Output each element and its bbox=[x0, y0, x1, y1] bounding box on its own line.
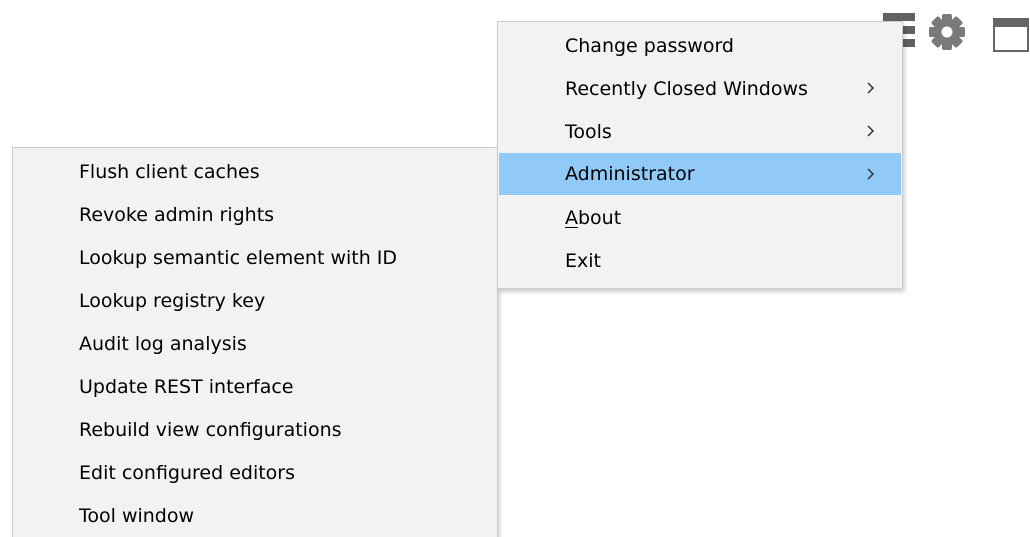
menu-item-label: Edit configured editors bbox=[79, 461, 296, 484]
chevron-right-icon bbox=[867, 82, 875, 94]
menu-item-label: Change password bbox=[565, 34, 734, 57]
menu-item-label: Recently Closed Windows bbox=[565, 77, 808, 100]
window-icon[interactable] bbox=[980, 8, 1030, 56]
main-menu: Change password Recently Closed Windows … bbox=[497, 21, 903, 289]
menu-item-audit-log-analysis[interactable]: Audit log analysis bbox=[14, 324, 496, 363]
menu-item-flush-client-caches[interactable]: Flush client caches bbox=[14, 152, 496, 191]
menu-item-about[interactable]: About bbox=[499, 198, 901, 237]
gear-icon[interactable] bbox=[924, 8, 970, 56]
menu-item-label: Rebuild view configurations bbox=[79, 418, 342, 441]
menu-item-label: Update REST interface bbox=[79, 375, 294, 398]
accelerator-key: A bbox=[565, 206, 578, 229]
menu-item-exit[interactable]: Exit bbox=[499, 241, 901, 280]
menu-item-revoke-admin-rights[interactable]: Revoke admin rights bbox=[14, 195, 496, 234]
chevron-right-icon bbox=[867, 168, 875, 180]
menu-item-lookup-semantic-element[interactable]: Lookup semantic element with ID bbox=[14, 238, 496, 277]
menu-item-label: About bbox=[565, 207, 621, 229]
menu-item-label: Tool window bbox=[79, 504, 195, 527]
menu-item-label: Lookup semantic element with ID bbox=[79, 246, 398, 269]
menu-item-change-password[interactable]: Change password bbox=[499, 26, 901, 65]
menu-item-tools[interactable]: Tools bbox=[499, 112, 901, 151]
menu-item-label: Lookup registry key bbox=[79, 289, 266, 312]
administrator-submenu: Flush client caches Revoke admin rights … bbox=[12, 147, 498, 537]
menu-item-edit-configured-editors[interactable]: Edit configured editors bbox=[14, 453, 496, 492]
menu-item-tool-window[interactable]: Tool window bbox=[14, 496, 496, 535]
menu-item-recently-closed-windows[interactable]: Recently Closed Windows bbox=[499, 69, 901, 108]
menu-item-administrator[interactable]: Administrator bbox=[499, 153, 901, 195]
menu-item-label: Audit log analysis bbox=[79, 332, 247, 355]
chevron-right-icon bbox=[867, 125, 875, 137]
menu-item-label: Revoke admin rights bbox=[79, 203, 275, 226]
menu-item-lookup-registry-key[interactable]: Lookup registry key bbox=[14, 281, 496, 320]
menu-item-update-rest-interface[interactable]: Update REST interface bbox=[14, 367, 496, 406]
menu-item-label-rest: bout bbox=[578, 206, 622, 229]
screen: Flush client caches Revoke admin rights … bbox=[0, 0, 1030, 537]
menu-item-label: Tools bbox=[565, 120, 612, 143]
menu-item-rebuild-view-configurations[interactable]: Rebuild view configurations bbox=[14, 410, 496, 449]
menu-item-label: Exit bbox=[565, 249, 601, 272]
menu-item-label: Flush client caches bbox=[79, 160, 260, 183]
menu-item-label: Administrator bbox=[565, 163, 695, 185]
